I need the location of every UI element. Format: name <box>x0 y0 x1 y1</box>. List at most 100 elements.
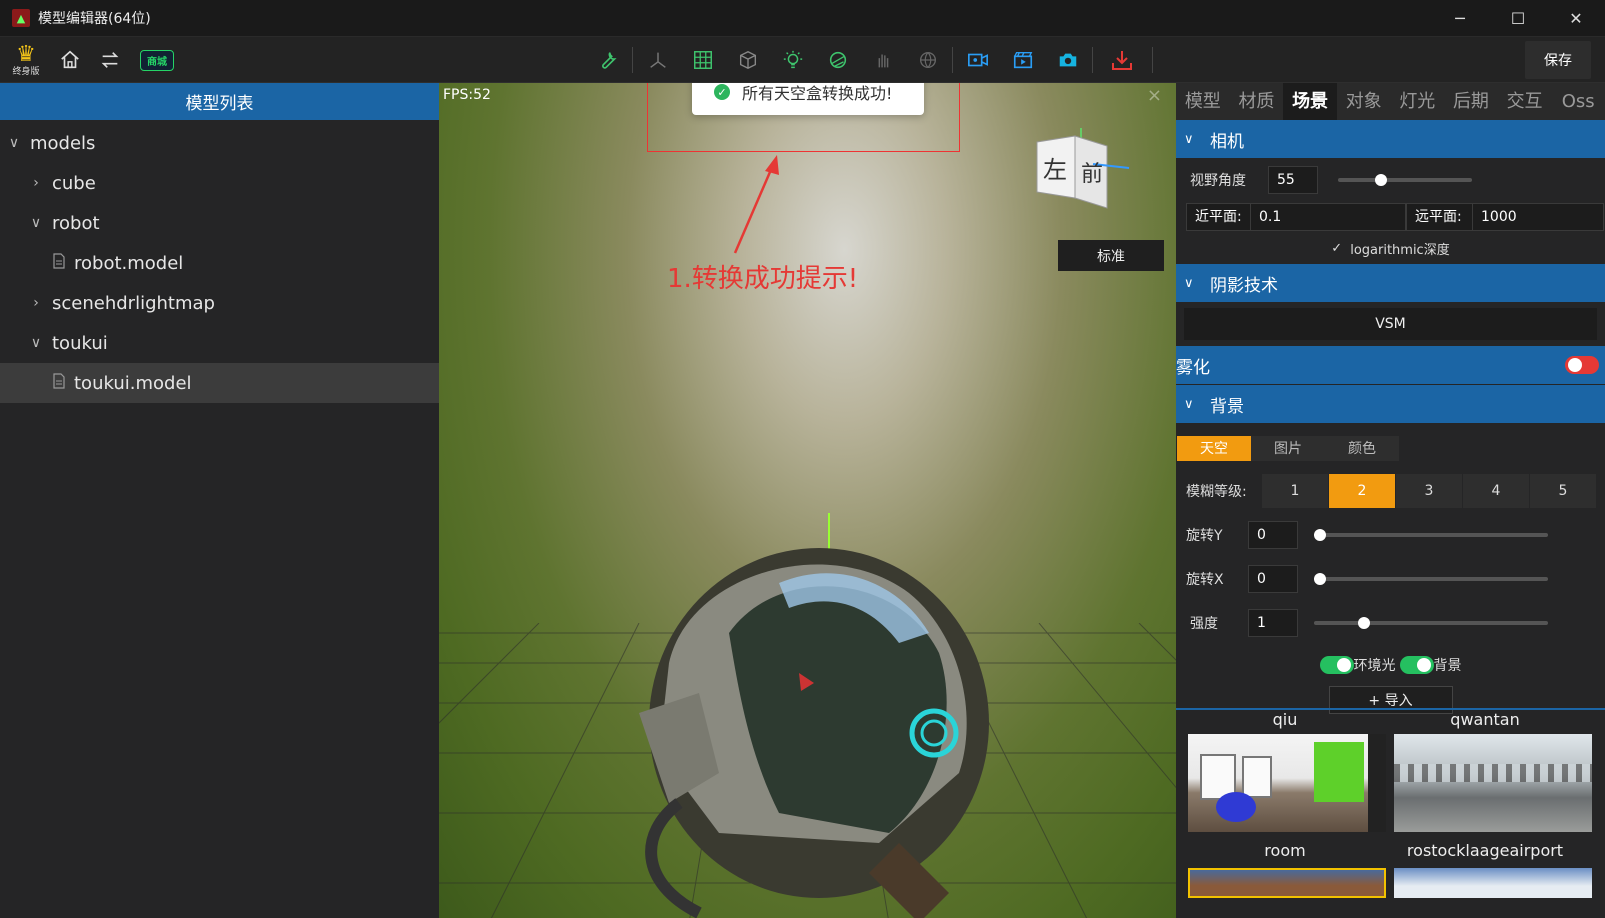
thumb-rostocklaageairport[interactable] <box>1394 734 1592 832</box>
camera-section-title: 相机 <box>1210 131 1244 152</box>
tab-6[interactable]: 交互 <box>1498 83 1552 120</box>
near-plane-label: 近平面: <box>1187 203 1251 231</box>
chevron-right-icon[interactable]: › <box>26 175 46 191</box>
cube-face-left[interactable]: 左 <box>1043 150 1067 185</box>
standard-view-button[interactable]: 标准 <box>1058 240 1164 271</box>
box-button[interactable] <box>725 40 770 80</box>
background-tab-1[interactable]: 图片 <box>1251 435 1325 461</box>
view-cube[interactable]: 左 前 <box>1029 128 1139 232</box>
rotate-x-slider[interactable] <box>1314 573 1548 585</box>
tab-7[interactable]: Oss <box>1551 83 1605 120</box>
cube-face-front[interactable]: 前 <box>1081 156 1103 188</box>
edition-badge[interactable]: ♛ 终身版 <box>8 43 44 78</box>
thumb-room[interactable] <box>1188 734 1386 832</box>
checkmark-icon[interactable]: ✓ <box>1331 241 1342 256</box>
home-button[interactable] <box>50 40 90 80</box>
tab-2[interactable]: 场景 <box>1283 83 1337 120</box>
fov-input[interactable]: 55 <box>1268 166 1318 194</box>
success-toast: ✓ 所有天空盒转换成功! <box>692 83 924 115</box>
blur-level-option[interactable]: 2 <box>1329 474 1395 508</box>
maximize-button[interactable]: ☐ <box>1489 0 1547 37</box>
background-section-title: 背景 <box>1210 396 1244 417</box>
tree-file-item[interactable]: toukui.model <box>0 363 439 403</box>
minimize-button[interactable]: ─ <box>1431 0 1489 37</box>
globe-button[interactable] <box>905 40 950 80</box>
rotate-x-input[interactable]: 0 <box>1248 565 1298 593</box>
3d-viewport[interactable]: FPS:52 × ✓ 所有天空盒转换成功! 1.转换成功提示! 左 前 标准 <box>439 83 1176 918</box>
export-button[interactable] <box>1099 40 1144 80</box>
chevron-down-icon[interactable]: ∨ <box>4 135 24 151</box>
tree-folder-item[interactable]: ∨ robot <box>0 203 439 243</box>
material-button[interactable] <box>815 40 860 80</box>
thumb-sky[interactable] <box>1394 868 1592 898</box>
rotate-x-label: 旋转X <box>1186 572 1224 588</box>
background-section-header[interactable]: ∨ 背景 <box>1176 385 1605 423</box>
fog-toggle[interactable] <box>1565 356 1599 374</box>
tree-file-item[interactable]: robot.model <box>0 243 439 283</box>
rotate-y-slider[interactable] <box>1314 529 1548 541</box>
helmet-model[interactable] <box>579 513 1009 918</box>
download-icon <box>1111 51 1132 70</box>
rotate-x-slider-knob[interactable] <box>1314 573 1326 585</box>
shadow-section-header[interactable]: ∨ 阴影技术 <box>1176 264 1605 302</box>
rotate-y-input[interactable]: 0 <box>1248 521 1298 549</box>
light-button[interactable] <box>770 40 815 80</box>
intensity-slider[interactable] <box>1314 617 1548 629</box>
chevron-down-icon: ∨ <box>1184 396 1194 412</box>
switch-button[interactable] <box>90 40 130 80</box>
hand-button[interactable] <box>860 40 905 80</box>
tree-folder-item[interactable]: › scenehdrlightmap <box>0 283 439 323</box>
shadow-type-select[interactable]: VSM <box>1184 308 1597 340</box>
chevron-down-icon[interactable]: ∨ <box>26 335 46 351</box>
tree-item-label: robot.model <box>74 252 184 274</box>
wrench-icon <box>601 52 617 69</box>
shadow-section-title: 阴影技术 <box>1210 275 1278 296</box>
save-button[interactable]: 保存 <box>1525 41 1591 79</box>
chevron-down-icon: ∨ <box>1184 131 1194 147</box>
thumb-name: qwantan <box>1450 710 1520 729</box>
axes-button[interactable] <box>635 40 680 80</box>
fov-slider[interactable] <box>1338 174 1472 186</box>
env-light-toggle[interactable] <box>1319 656 1354 674</box>
background-label: 背景 <box>1433 658 1462 674</box>
grid-button[interactable] <box>680 40 725 80</box>
intensity-input[interactable]: 1 <box>1248 609 1298 637</box>
tree-folder-item[interactable]: › cube <box>0 163 439 203</box>
blur-level-option[interactable]: 3 <box>1396 474 1462 508</box>
viewport-close-icon[interactable]: × <box>1147 85 1162 106</box>
thumb-city[interactable] <box>1188 868 1386 898</box>
shop-button[interactable]: 商城 <box>140 49 174 71</box>
fov-slider-knob[interactable] <box>1375 174 1387 186</box>
chevron-right-icon[interactable]: › <box>26 295 46 311</box>
screenshot-button[interactable] <box>1045 40 1090 80</box>
tree-folder-item[interactable]: ∨ models <box>0 123 439 163</box>
main-toolbar: ♛ 终身版 商城 保存 <box>0 37 1605 83</box>
tab-3[interactable]: 对象 <box>1337 83 1391 120</box>
model-list-panel: 模型列表 ∨ models › cube ∨ robot robot.model › scene… <box>0 83 439 918</box>
intensity-slider-knob[interactable] <box>1358 617 1370 629</box>
close-window-button[interactable]: ✕ <box>1547 0 1605 37</box>
tab-4[interactable]: 灯光 <box>1391 83 1445 120</box>
clapper-button[interactable] <box>1000 40 1045 80</box>
edition-label: 终身版 <box>12 67 40 77</box>
blur-level-option[interactable]: 5 <box>1530 474 1596 508</box>
background-tab-2[interactable]: 颜色 <box>1325 435 1399 461</box>
tools-button[interactable] <box>585 40 630 80</box>
far-plane-label: 远平面: <box>1407 203 1473 231</box>
background-toggle[interactable] <box>1399 656 1434 674</box>
tree-item-label: models <box>30 132 96 154</box>
chevron-down-icon[interactable]: ∨ <box>26 215 46 231</box>
fps-counter: FPS:52 <box>443 87 491 103</box>
background-tab-0[interactable]: 天空 <box>1177 435 1251 461</box>
tab-5[interactable]: 后期 <box>1444 83 1498 120</box>
blur-level-option[interactable]: 1 <box>1262 474 1328 508</box>
tree-folder-item[interactable]: ∨ toukui <box>0 323 439 363</box>
tab-1[interactable]: 材质 <box>1230 83 1284 120</box>
far-plane-input[interactable]: 1000 <box>1473 209 1517 225</box>
tab-0[interactable]: 模型 <box>1176 83 1230 120</box>
near-plane-input[interactable]: 0.1 <box>1251 209 1281 225</box>
blur-level-option[interactable]: 4 <box>1463 474 1529 508</box>
camera-section-header[interactable]: ∨ 相机 <box>1176 120 1605 158</box>
rotate-y-slider-knob[interactable] <box>1314 529 1326 541</box>
record-button[interactable] <box>955 40 1000 80</box>
